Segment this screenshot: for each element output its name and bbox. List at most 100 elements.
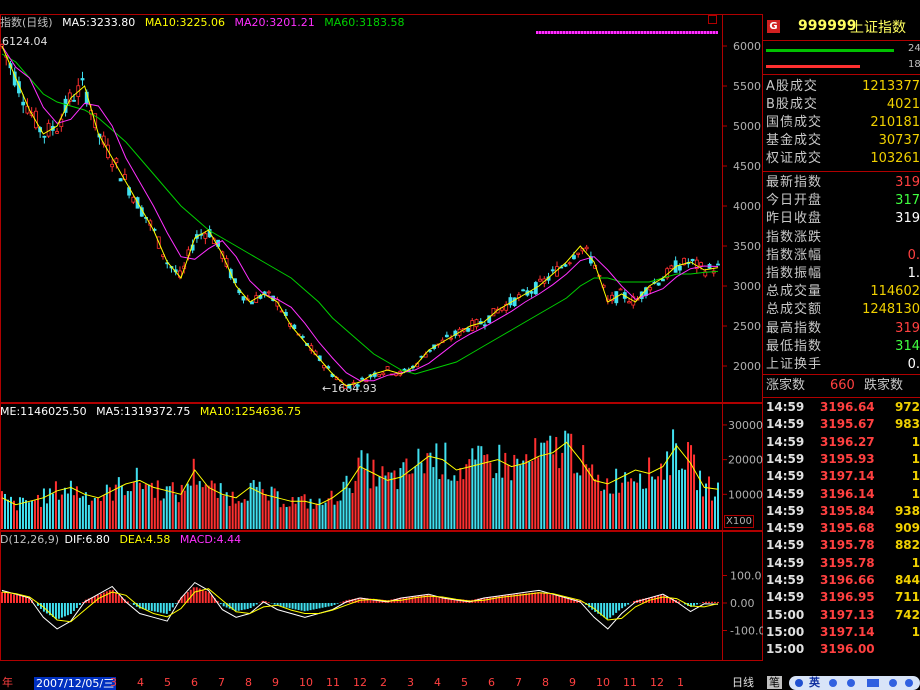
volume-bar <box>168 486 171 529</box>
candle-body <box>72 99 76 102</box>
tick-price: 3196.00 <box>820 642 875 657</box>
price-ytick-label: 4000 <box>733 200 761 213</box>
tick-row[interactable]: 14:59 3196.27 1 <box>762 434 920 451</box>
ime-mode-icon[interactable] <box>795 679 803 687</box>
volume-bar <box>129 491 132 529</box>
tick-time: 14:59 <box>766 486 805 501</box>
tick-time: 14:59 <box>766 503 805 518</box>
volume-bar <box>162 498 165 529</box>
volume-bar <box>522 460 525 529</box>
month-label: 9 <box>569 676 576 689</box>
candle-body <box>576 252 581 255</box>
volume-bar <box>360 450 363 529</box>
tick-row[interactable]: 15:00 3196.00 <box>762 641 920 658</box>
volume-bar <box>405 458 408 529</box>
candle-body <box>567 262 572 265</box>
quote-value: 1248130 <box>862 302 920 318</box>
candle-body <box>466 328 470 332</box>
quote-value: 319 <box>895 211 920 227</box>
tick-row[interactable]: 14:59 3195.68 909 <box>762 520 920 537</box>
volume-bar <box>96 498 99 529</box>
candle-body <box>203 233 208 239</box>
volume-bar <box>258 481 261 529</box>
chart-canvas[interactable]: 6000 5500 5000 4500 4000 3500 3000 2500 2000 3000… <box>0 0 763 662</box>
volume-bar <box>144 484 147 529</box>
candle-body <box>114 158 119 163</box>
candle-body <box>55 131 59 134</box>
tick-row[interactable]: 14:59 3197.14 1 <box>762 468 920 485</box>
ime-punct-icon[interactable] <box>847 679 855 687</box>
tick-time: 14:59 <box>766 400 805 414</box>
tick-price: 3196.27 <box>820 434 875 449</box>
tick-row[interactable]: 14:59 3196.64 972 <box>762 399 920 416</box>
volume-bar <box>615 468 618 529</box>
volume-bar <box>39 506 42 529</box>
quote-value: 0. <box>907 357 920 372</box>
quote-row: 指数涨幅 0. <box>766 247 920 265</box>
volume-bar <box>696 490 699 529</box>
volume-bar <box>651 476 654 529</box>
volume-bar <box>132 481 135 529</box>
period-label[interactable]: 日线 <box>732 677 754 689</box>
volume-bar <box>402 462 405 529</box>
volume-bar <box>294 503 297 529</box>
tick-volume: 1 <box>911 486 920 501</box>
volume-bar <box>660 463 663 529</box>
stat-row: 权证成交 103261 <box>766 150 920 168</box>
down-ratio-bar <box>766 65 860 68</box>
volume-bar <box>480 446 483 529</box>
ime-settings-icon[interactable] <box>889 679 897 687</box>
candle-body <box>377 374 381 377</box>
tick-row[interactable]: 15:00 3197.14 1 <box>762 624 920 641</box>
ime-keyboard-icon[interactable] <box>867 679 879 687</box>
candle-body <box>267 291 271 294</box>
volume-bar <box>528 461 531 529</box>
ime-language-label[interactable]: 英 <box>809 676 820 690</box>
tick-row[interactable]: 14:59 3195.93 1 <box>762 451 920 468</box>
month-label: 6 <box>488 676 495 689</box>
month-label: 9 <box>272 676 279 689</box>
ime-skin-icon[interactable] <box>905 679 913 687</box>
macd-ytick-label: 100.0 <box>730 570 762 583</box>
volume-bar <box>120 485 123 529</box>
volume-bar <box>687 442 690 529</box>
volume-bar <box>255 486 258 529</box>
quote-label: 指数涨幅 <box>766 247 823 263</box>
tick-row[interactable]: 14:59 3195.78 882 <box>762 537 920 554</box>
volume-bar <box>102 495 105 529</box>
volume-bar <box>225 492 228 529</box>
tick-row[interactable]: 14:59 3195.78 1 <box>762 555 920 572</box>
volume-bar <box>561 452 564 529</box>
volume-bar <box>51 493 54 529</box>
volume-bar <box>432 467 435 529</box>
quote-row: 上证换手 0. <box>766 356 920 374</box>
tick-volume: 882 <box>894 538 920 553</box>
tab-trades[interactable]: 笔 <box>767 676 782 689</box>
volume-bar <box>630 478 633 529</box>
tick-row[interactable]: 14:59 3195.67 983 <box>762 416 920 433</box>
tick-row[interactable]: 14:59 3196.95 711 <box>762 589 920 606</box>
volume-bar <box>525 454 528 529</box>
tick-price: 3196.14 <box>820 486 875 501</box>
candle-body <box>661 278 665 282</box>
volume-bar <box>438 479 441 529</box>
tick-row[interactable]: 14:59 3196.66 844 <box>762 572 920 589</box>
price-ytick-label: 6000 <box>733 40 761 53</box>
ime-toolbar[interactable]: 英 <box>789 676 920 690</box>
tick-row[interactable]: 14:59 3195.84 938 <box>762 503 920 520</box>
volume-bar <box>597 474 600 529</box>
volume-bar <box>435 443 438 529</box>
volume-bar <box>153 497 156 529</box>
candle-body <box>677 265 682 271</box>
tick-row[interactable]: 15:00 3197.13 742 <box>762 607 920 624</box>
volume-bar <box>477 445 480 529</box>
volume-bar <box>183 490 186 529</box>
volume-bar <box>492 478 495 529</box>
stat-label: 国债成交 <box>766 115 823 130</box>
stat-value: 30737 <box>878 133 920 148</box>
quote-row: 昨日收盘 319 <box>766 210 920 228</box>
quote-value: 319 <box>895 320 920 336</box>
tick-row[interactable]: 14:59 3196.14 1 <box>762 486 920 503</box>
candle-body <box>618 288 623 291</box>
ime-moon-icon[interactable] <box>829 679 837 687</box>
